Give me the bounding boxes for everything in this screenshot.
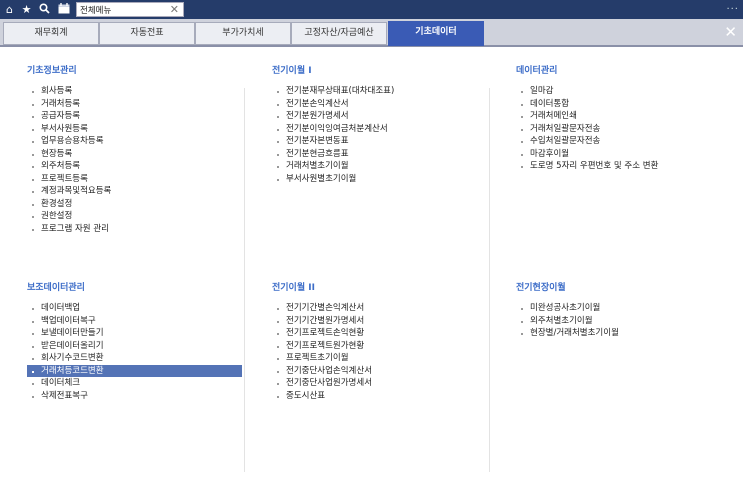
menu-item[interactable]: 전기중단사업원가명세서 <box>272 377 487 390</box>
section-title: 기초정보관리 <box>27 66 77 76</box>
section-title: 전기현장이월 <box>516 283 566 293</box>
category-tab-row: 재무회계 자동전표 부가가치세 고정자산/자금예산 기초데이터 ✕ <box>0 19 743 47</box>
menu-item[interactable]: 거래처등코드변환 <box>27 364 242 377</box>
menu-item[interactable]: 외주처등록 <box>27 160 242 173</box>
menu-item[interactable]: 업무용승용차등록 <box>27 135 242 148</box>
tab-financial-accounting[interactable]: 재무회계 <box>3 22 99 45</box>
section-title: 보조데이터관리 <box>27 283 85 293</box>
menu-item[interactable]: 중도시산표 <box>272 390 487 403</box>
menu-item[interactable]: 거래처등록 <box>27 98 242 111</box>
menu-item[interactable]: 현장별/거래처별초기이월 <box>516 327 736 340</box>
menu-item[interactable]: 전기분원가명세서 <box>272 110 487 123</box>
menu-item[interactable]: 거래처메인쇄 <box>516 110 736 123</box>
menu-item[interactable]: 프로그램 자원 관리 <box>27 223 242 236</box>
menu-item[interactable]: 수입처일괄문자전송 <box>516 135 736 148</box>
menu-item[interactable]: 일마감 <box>516 85 736 98</box>
section-carryover-2: 전기이월 II 전기기간별손익계산서 전기기간별원가명세서 전기프로젝트손익현황 전기프… <box>272 280 487 402</box>
menu-list: 미완성공사초기이월 외주처별초기이월 현장별/거래처별초기이월 <box>516 302 736 340</box>
menu-item[interactable]: 데이터백업 <box>27 302 242 315</box>
menu-item[interactable]: 전기기간별손익계산서 <box>272 302 487 315</box>
menu-item[interactable]: 보낼데이터만들기 <box>27 327 242 340</box>
calendar-icon[interactable] <box>57 3 70 16</box>
section-title: 전기이월 I <box>272 66 312 76</box>
column-divider <box>489 88 490 472</box>
menu-item[interactable]: 데이터통합 <box>516 98 736 111</box>
menu-list: 회사등록 거래처등록 공급자등록 부서사원등록 업무용승용차등록 현장등록 외주처등록 프로젝… <box>27 85 242 235</box>
menu-item[interactable]: 현장등록 <box>27 148 242 161</box>
menu-item[interactable]: 전기기간별원가명세서 <box>272 315 487 328</box>
menu-item[interactable]: 프로젝트등록 <box>27 173 242 186</box>
tab-basic-data[interactable]: 기초데이터 <box>388 21 484 46</box>
menu-item[interactable]: 회사기수코드변환 <box>27 352 242 365</box>
menu-list: 전기기간별손익계산서 전기기간별원가명세서 전기프로젝트손익현황 전기프로젝트원가현황… <box>272 302 487 402</box>
menu-list: 전기분재무상태표(대차대조표) 전기분손익계산서 전기분원가명세서 전기분이익잉여금처… <box>272 85 487 185</box>
menu-item[interactable]: 환경설정 <box>27 198 242 211</box>
menu-item[interactable]: 공급자등록 <box>27 110 242 123</box>
menu-item[interactable]: 전기분이익잉여금처분계산서 <box>272 123 487 136</box>
section-aux-data: 보조데이터관리데이터백업 백업데이터복구 보낼데이터만들기 받은데이터올리기 회사기수코… <box>27 280 242 402</box>
menu-item[interactable]: 회사등록 <box>27 85 242 98</box>
home-icon[interactable]: ⌂ <box>3 3 16 16</box>
menu-item[interactable]: 전기분현금흐름표 <box>272 148 487 161</box>
menu-item[interactable]: 전기중단사업손익계산서 <box>272 365 487 378</box>
menu-item[interactable]: 전기분자본변동표 <box>272 135 487 148</box>
menu-item[interactable]: 거래처별초기이월 <box>272 160 487 173</box>
menu-item[interactable]: 전기프로젝트원가현황 <box>272 340 487 353</box>
section-title: 전기이월 II <box>272 283 315 293</box>
section-basic-info: 기초정보관리회사등록 거래처등록 공급자등록 부서사원등록 업무용승용차등록 현장등록 외주… <box>27 63 242 235</box>
tab-vat[interactable]: 부가가치세 <box>195 22 291 45</box>
menu-item[interactable]: 마감후이월 <box>516 148 736 161</box>
menu-item[interactable]: 거래처일괄문자전송 <box>516 123 736 136</box>
menu-item[interactable]: 도로명 5자리 우편번호 및 주소 변환 <box>516 160 736 173</box>
tab-auto-voucher[interactable]: 자동전표 <box>99 22 195 45</box>
column-divider <box>244 88 245 472</box>
star-icon[interactable]: ★ <box>20 3 33 16</box>
menu-item[interactable]: 계정과목및적요등록 <box>27 185 242 198</box>
section-title: 데이터관리 <box>516 66 558 76</box>
open-tab-all-menu[interactable]: 전체메뉴 ✕ <box>76 2 184 17</box>
menu-list: 데이터백업 백업데이터복구 보낼데이터만들기 받은데이터올리기 회사기수코드변환 거래처등… <box>27 302 242 402</box>
menu-item[interactable]: 전기프로젝트손익현황 <box>272 327 487 340</box>
search-icon[interactable] <box>38 3 51 16</box>
section-carryover-1: 전기이월 I 전기분재무상태표(대차대조표) 전기분손익계산서 전기분원가명세서 전기분… <box>272 63 487 185</box>
more-icon[interactable]: ... <box>726 1 739 12</box>
open-tab-label: 전체메뉴 <box>80 6 112 16</box>
menu-item[interactable]: 미완성공사초기이월 <box>516 302 736 315</box>
close-menu-icon[interactable]: ✕ <box>724 23 737 41</box>
menu-item[interactable]: 백업데이터복구 <box>27 315 242 328</box>
menu-item[interactable]: 삭제전표복구 <box>27 390 242 403</box>
menu-item[interactable]: 프로젝트초기이월 <box>272 352 487 365</box>
section-site-carryover: 전기현장이월미완성공사초기이월 외주처별초기이월 현장별/거래처별초기이월 <box>516 280 736 340</box>
menu-item[interactable]: 권한설정 <box>27 210 242 223</box>
menu-item[interactable]: 부서사원등록 <box>27 123 242 136</box>
tab-fixed-assets[interactable]: 고정자산/자금예산 <box>291 22 387 45</box>
menu-item[interactable]: 외주처별초기이월 <box>516 315 736 328</box>
section-data-management: 데이터관리일마감 데이터통합 거래처메인쇄 거래처일괄문자전송 수입처일괄문자전송 마감후… <box>516 63 736 173</box>
menu-item[interactable]: 전기분손익계산서 <box>272 98 487 111</box>
close-tab-icon[interactable]: ✕ <box>170 3 179 16</box>
top-bar: ⌂ ★ 전체메뉴 ✕ ... <box>0 0 743 19</box>
menu-item[interactable]: 데이터체크 <box>27 377 242 390</box>
menu-item[interactable]: 부서사원별초기이월 <box>272 173 487 186</box>
menu-item[interactable]: 받은데이터올리기 <box>27 340 242 353</box>
menu-list: 일마감 데이터통합 거래처메인쇄 거래처일괄문자전송 수입처일괄문자전송 마감후이월 도로명… <box>516 85 736 173</box>
menu-item[interactable]: 전기분재무상태표(대차대조표) <box>272 85 487 98</box>
